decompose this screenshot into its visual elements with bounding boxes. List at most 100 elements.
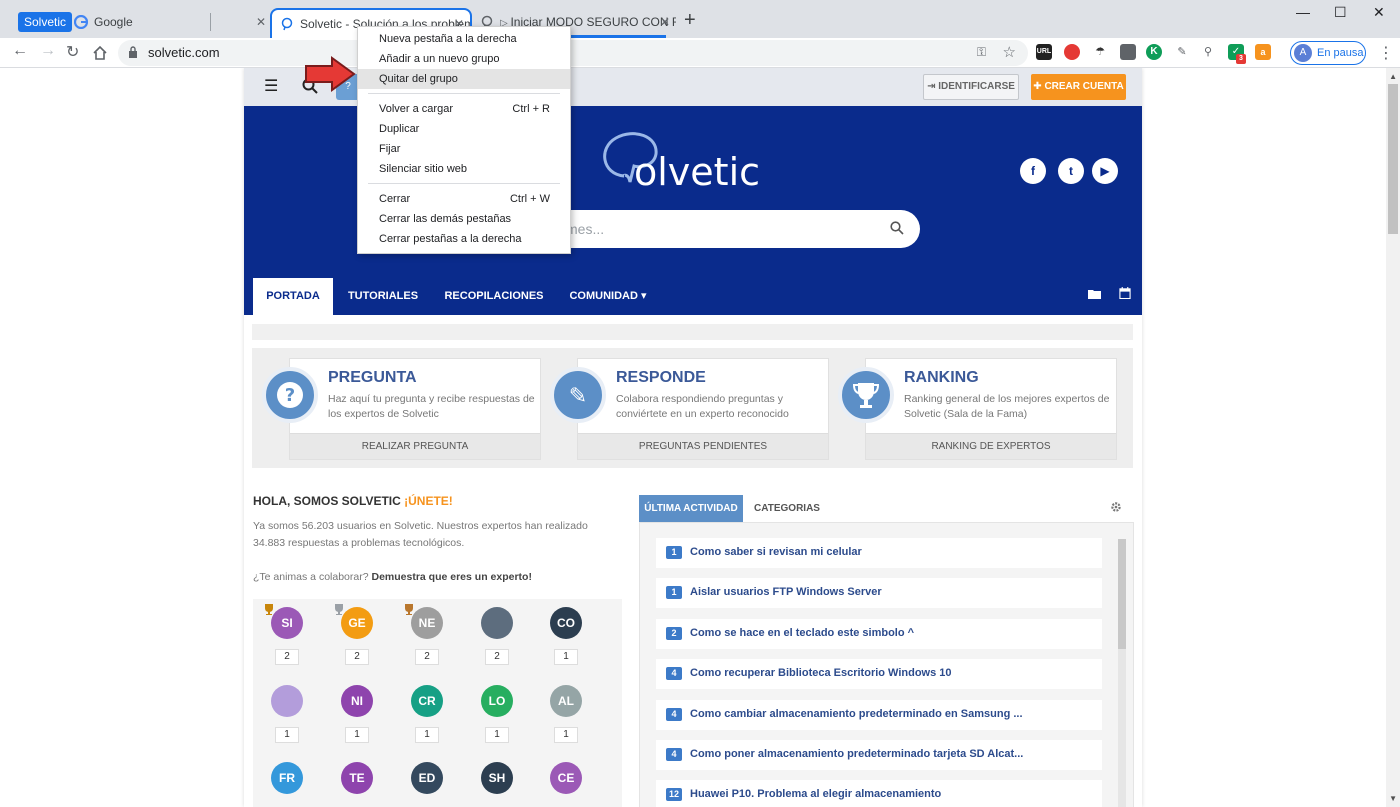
profile-button[interactable]: A En pausa: [1290, 41, 1366, 65]
menu-item-label: Quitar del grupo: [379, 73, 458, 85]
avatar[interactable]: CE: [550, 762, 582, 794]
tab-group-chip[interactable]: Solvetic: [18, 12, 73, 32]
facebook-icon[interactable]: f: [1020, 158, 1046, 184]
home-icon[interactable]: [92, 45, 108, 61]
welcome-title: HOLA, SOMOS SOLVETIC ¡ÚNETE!: [253, 494, 453, 508]
extension-umbrella-icon[interactable]: ☂: [1092, 44, 1108, 60]
calendar-icon[interactable]: [1118, 287, 1132, 299]
avatar[interactable]: [271, 685, 303, 717]
card-pregunta: ? PREGUNTA Haz aquí tu pregunta y recibe…: [262, 358, 541, 460]
tab-ultima-actividad[interactable]: ÚLTIMA ACTIVIDAD: [639, 495, 743, 522]
activity-item[interactable]: 4 Como poner almacenamiento predeterminad…: [656, 740, 1102, 770]
nav-tutoriales[interactable]: TUTORIALES: [340, 278, 426, 315]
close-icon[interactable]: ✕: [660, 8, 670, 36]
activity-link[interactable]: Aislar usuarios FTP Windows Server: [690, 586, 882, 598]
avatar[interactable]: AL: [550, 685, 582, 717]
avatar[interactable]: CO: [550, 607, 582, 639]
page-scroll-thumb[interactable]: [1388, 84, 1398, 234]
menu-close-others[interactable]: Cerrar las demás pestañas: [358, 209, 570, 229]
activity-link[interactable]: Huawei P10. Problema al elegir almacenam…: [690, 788, 941, 800]
menu-duplicate[interactable]: Duplicar: [358, 119, 570, 139]
user-count-badge: 1: [485, 727, 509, 743]
realizar-pregunta-button[interactable]: REALIZAR PREGUNTA: [290, 433, 540, 459]
site-nav: PORTADA TUTORIALES RECOPILACIONES COMUNI…: [244, 272, 1142, 315]
tab-google[interactable]: Google ✕: [66, 8, 272, 38]
menu-close-right[interactable]: Cerrar pestañas a la derecha: [358, 229, 570, 249]
gear-icon[interactable]: [1110, 501, 1122, 513]
ranking-expertos-button[interactable]: RANKING DE EXPERTOS: [866, 433, 1116, 459]
page-scrollbar[interactable]: ▲ ▼: [1386, 68, 1400, 807]
activity-item[interactable]: 1 Como saber si revisan mi celular: [656, 538, 1102, 568]
activity-link[interactable]: Como recuperar Biblioteca Escritorio Win…: [690, 667, 952, 679]
folder-icon[interactable]: [1088, 288, 1102, 300]
avatar[interactable]: NI: [341, 685, 373, 717]
menu-reload[interactable]: Volver a cargar Ctrl + R: [358, 99, 570, 119]
avatar[interactable]: SH: [481, 762, 513, 794]
menu-remove-from-group[interactable]: Quitar del grupo: [358, 69, 570, 89]
avatar[interactable]: ED: [411, 762, 443, 794]
activity-link[interactable]: Como saber si revisan mi celular: [690, 546, 862, 558]
menu-kebab-icon[interactable]: ⋮: [1378, 43, 1394, 63]
new-tab-button[interactable]: +: [684, 9, 696, 32]
menu-add-new-group[interactable]: Añadir a un nuevo grupo: [358, 49, 570, 69]
avatar[interactable]: TE: [341, 762, 373, 794]
reload-icon[interactable]: ↻: [66, 42, 79, 62]
login-button[interactable]: ⇥ IDENTIFICARSE: [923, 74, 1019, 100]
extension-k-icon[interactable]: K: [1146, 44, 1162, 60]
maximize-button[interactable]: ☐: [1334, 4, 1347, 21]
extension-red-icon[interactable]: [1064, 44, 1080, 60]
activity-scroll-thumb[interactable]: [1118, 539, 1126, 649]
activity-item[interactable]: 4 Como cambiar almacenamiento predetermin…: [656, 699, 1102, 730]
activity-item[interactable]: 4 Como recuperar Biblioteca Escritorio Wi…: [656, 659, 1102, 690]
youtube-icon[interactable]: ▶: [1092, 158, 1118, 184]
avatar[interactable]: CR: [411, 685, 443, 717]
activity-scrollbar[interactable]: [1118, 539, 1126, 807]
url-extension-icon[interactable]: URL: [1036, 44, 1052, 60]
avatar[interactable]: NE: [411, 607, 443, 639]
activity-item[interactable]: 12 Huawei P10. Problema al elegir almacen…: [656, 780, 1102, 807]
activity-item[interactable]: 1 Aislar usuarios FTP Windows Server: [656, 578, 1102, 609]
close-icon[interactable]: ✕: [256, 8, 266, 36]
back-arrow-icon[interactable]: ←: [12, 42, 28, 60]
card-description: Haz aquí tu pregunta y recibe respuestas…: [328, 393, 535, 420]
minimize-button[interactable]: —: [1296, 4, 1310, 20]
forward-arrow-icon[interactable]: →: [40, 42, 56, 60]
address-bar[interactable]: solvetic.com ⚿ ☆: [118, 40, 1028, 66]
avatar[interactable]: [481, 607, 513, 639]
menu-item-label: Volver a cargar: [379, 103, 453, 115]
bookmark-star-icon[interactable]: ☆: [1003, 43, 1016, 61]
avatar[interactable]: FR: [271, 762, 303, 794]
search-icon[interactable]: [890, 221, 904, 235]
nav-comunidad[interactable]: COMUNIDAD ▾: [562, 278, 654, 315]
menu-new-tab-right[interactable]: Nueva pestaña a la derecha: [358, 29, 570, 49]
avatar[interactable]: SI: [271, 607, 303, 639]
activity-item[interactable]: 2 Como se hace en el teclado este simbolo…: [656, 618, 1102, 649]
activity-link[interactable]: Como cambiar almacenamiento predetermina…: [690, 708, 1023, 720]
tab-categorias[interactable]: CATEGORIAS: [751, 495, 823, 522]
avatar[interactable]: LO: [481, 685, 513, 717]
menu-close[interactable]: Cerrar Ctrl + W: [358, 189, 570, 209]
activity-link[interactable]: Como se hace en el teclado este simbolo …: [690, 627, 914, 639]
join-link[interactable]: ¡ÚNETE!: [404, 494, 453, 508]
key-icon[interactable]: ⚿: [977, 45, 986, 60]
extension-pen-icon[interactable]: ✎: [1174, 44, 1190, 60]
activity-link[interactable]: Como poner almacenamiento predeterminado…: [690, 748, 1023, 760]
scroll-up-icon[interactable]: ▲: [1389, 72, 1397, 81]
window-close-button[interactable]: ✕: [1373, 4, 1385, 21]
extension-shop-icon[interactable]: a: [1255, 44, 1271, 60]
svg-text:✎: ✎: [569, 384, 587, 409]
scroll-down-icon[interactable]: ▼: [1389, 794, 1397, 803]
menu-pin[interactable]: Fijar: [358, 139, 570, 159]
hamburger-menu-icon[interactable]: ☰: [264, 76, 278, 96]
nav-recopilaciones[interactable]: RECOPILACIONES: [440, 278, 548, 315]
expert-link[interactable]: Demuestra que eres un experto!: [371, 571, 531, 583]
extension-bulb-icon[interactable]: ⚲: [1200, 44, 1216, 60]
preguntas-pendientes-button[interactable]: PREGUNTAS PENDIENTES: [578, 433, 828, 459]
avatar[interactable]: GE: [341, 607, 373, 639]
extension-square-icon[interactable]: [1120, 44, 1136, 60]
create-account-button[interactable]: ✚ CREAR CUENTA: [1031, 74, 1126, 100]
nav-portada[interactable]: PORTADA: [253, 278, 333, 315]
twitter-icon[interactable]: t: [1058, 158, 1084, 184]
activity-list: 1 Como saber si revisan mi celular 1 Aislar…: [639, 522, 1134, 807]
menu-mute-site[interactable]: Silenciar sitio web: [358, 159, 570, 179]
